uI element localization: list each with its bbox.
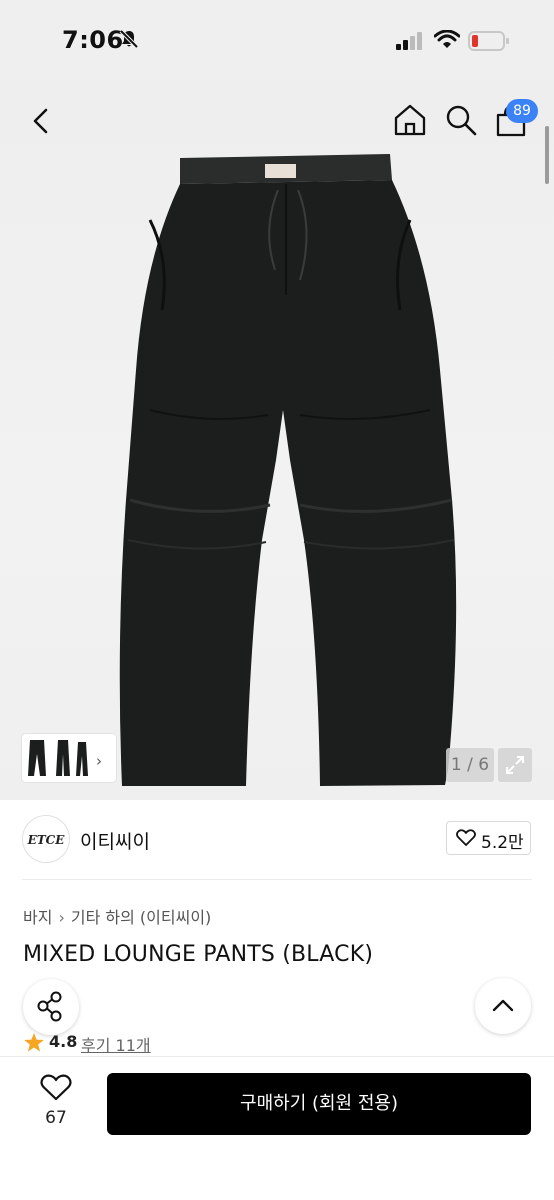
breadcrumb-subcategory[interactable]: 기타 하의 (이티씨이) [71, 908, 211, 927]
wifi-icon [434, 30, 460, 48]
search-icon[interactable] [444, 103, 478, 137]
review-link[interactable]: 후기 11개 [81, 1032, 151, 1056]
scroll-top-button[interactable] [475, 978, 531, 1034]
chevron-right-icon: › [58, 908, 65, 927]
brand-like-count: 5.2만 [481, 833, 524, 853]
share-icon [37, 991, 62, 1022]
bell-off-icon [119, 29, 139, 49]
heart-icon [456, 829, 476, 846]
buy-button[interactable]: 구매하기 (회원 전용) [107, 1073, 531, 1135]
expand-button[interactable] [498, 748, 532, 782]
breadcrumb: 바지 › 기타 하의 (이티씨이) [23, 904, 211, 928]
product-title: MIXED LOUNGE PANTS (BLACK) [23, 942, 374, 967]
chevron-up-icon [492, 999, 514, 1012]
expand-icon [506, 756, 524, 774]
pants-illustration [119, 154, 457, 786]
star-icon [24, 1033, 44, 1052]
back-icon[interactable] [24, 104, 58, 138]
battery-icon [468, 31, 509, 51]
status-bar: 7:06 [0, 0, 554, 80]
brand-logo[interactable]: ETCE [22, 815, 70, 863]
chevron-right-icon[interactable]: › [96, 752, 102, 770]
brand-name[interactable]: 이티씨이 [80, 827, 150, 854]
home-icon[interactable] [392, 102, 428, 138]
thumbnail-image [28, 740, 88, 776]
rating-value: 4.8 [49, 1032, 78, 1051]
divider [22, 879, 532, 880]
signal-icon [396, 32, 422, 50]
share-button[interactable] [23, 979, 79, 1035]
breadcrumb-category[interactable]: 바지 [23, 908, 52, 927]
cart-count-badge: 89 [506, 99, 538, 123]
scroll-indicator [545, 126, 549, 184]
status-time: 7:06 [62, 26, 124, 54]
page-indicator: 1 / 6 [446, 748, 494, 782]
product-image[interactable] [0, 80, 554, 800]
heart-icon[interactable] [40, 1074, 72, 1102]
wish-count: 67 [45, 1108, 67, 1128]
